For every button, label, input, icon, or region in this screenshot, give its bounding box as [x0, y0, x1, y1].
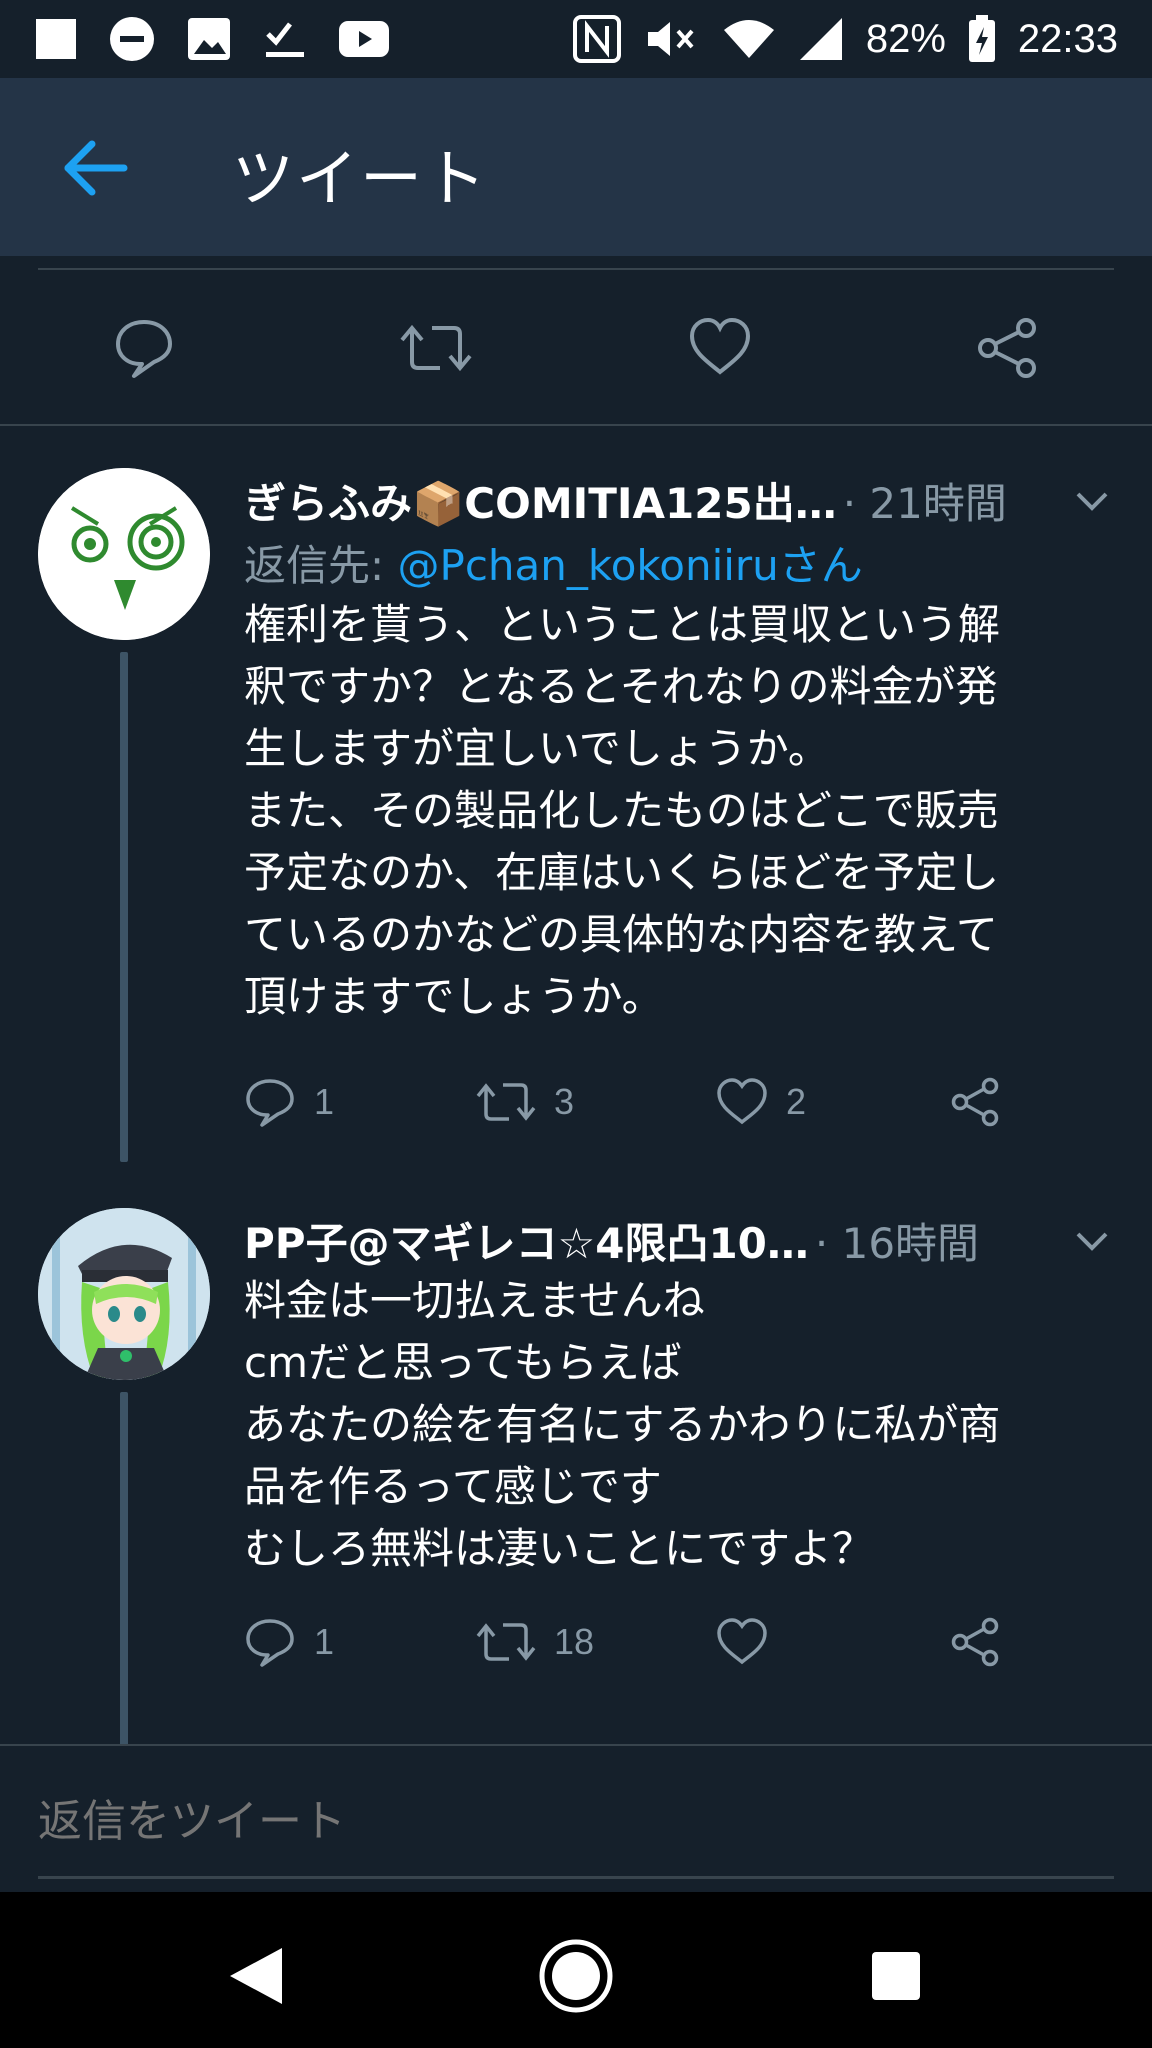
avatar[interactable]: [38, 468, 210, 640]
share-button[interactable]: [950, 1612, 1002, 1672]
nfc-icon: [572, 14, 622, 64]
reply-button[interactable]: 1: [244, 1072, 334, 1132]
tweet-header: PP子@マギレコ☆4限凸10… · 16時間: [244, 1208, 1112, 1272]
retweet-button[interactable]: [400, 316, 472, 380]
reply-icon: [246, 1079, 294, 1127]
reply-to-mention[interactable]: @Pchan_kokoniiruさん: [398, 541, 863, 590]
clock: 22:33: [1017, 16, 1118, 61]
author-name[interactable]: PP子@マギレコ☆4限凸10…: [244, 1210, 809, 1271]
wifi-icon: [722, 16, 776, 62]
avatar-image: [38, 1208, 210, 1380]
reply-icon: [246, 1619, 294, 1667]
tweet-text-line: 頂けますでしょうか。: [244, 972, 664, 1021]
chevron-down-icon: [1076, 1232, 1108, 1251]
tweet-text-line: 料金は一切払えませんね: [244, 1276, 705, 1325]
tweet-text: 権利を貰う、ということは買収という解 釈ですか？となるとそれなりの料金が発 生し…: [244, 594, 1124, 1028]
avatar-image: [38, 468, 210, 640]
nav-home-button[interactable]: [536, 1936, 616, 2016]
tweet-text-line: あなたの絵を有名にするかわりに私が商: [244, 1400, 1001, 1449]
author-name[interactable]: ぎらふみ📦COMITIA125出…: [244, 470, 837, 531]
chevron-down-icon: [1076, 492, 1108, 511]
retweet-count: 3: [554, 1081, 575, 1122]
main-tweet-actions: [0, 300, 1152, 396]
reply-icon: [116, 320, 172, 378]
heart-icon: [689, 317, 751, 375]
tweet-menu-button[interactable]: [1072, 480, 1112, 520]
image-icon: [186, 16, 232, 62]
share-button[interactable]: [950, 1072, 1002, 1132]
tweet-header: ぎらふみ📦COMITIA125出… · 21時間: [244, 468, 1112, 532]
tweet-text-line: 予定なのか、在庫はいくらほどを予定し: [244, 848, 1000, 897]
share-icon: [978, 318, 1036, 378]
do-not-disturb-icon: [108, 15, 156, 63]
retweet-button[interactable]: 18: [476, 1612, 594, 1672]
thread-line: [120, 652, 128, 1162]
signal-icon: [798, 16, 844, 62]
retweet-button[interactable]: 3: [476, 1072, 574, 1132]
reply-composer: [0, 1746, 1152, 1892]
tweet-text-line: cmだと思ってもらえば: [244, 1338, 682, 1387]
reply-tweet: ぎらふみ📦COMITIA125出… · 21時間 返信先: @Pchan_kok…: [0, 424, 1152, 1164]
square-recents-icon: [872, 1952, 920, 2000]
like-count: 2: [786, 1081, 807, 1122]
tweet-menu-button[interactable]: [1072, 1220, 1112, 1260]
circle-home-icon: [539, 1939, 613, 2013]
battery-percent: 82%: [865, 16, 946, 61]
retweet-icon: [400, 324, 472, 372]
retweet-count: 18: [554, 1621, 595, 1662]
divider: [38, 268, 1114, 270]
tweet-text: 料金は一切払えませんね cmだと思ってもらえば あなたの絵を有名にするかわりに私…: [244, 1270, 1124, 1580]
heart-icon: [717, 1078, 767, 1125]
page-title: ツイート: [232, 142, 489, 215]
reply-to-prefix: 返信先:: [244, 541, 398, 590]
battery-charging-icon: [968, 15, 996, 63]
youtube-icon: [338, 19, 390, 59]
reply-count: 1: [314, 1081, 335, 1122]
reply-input-underline: [38, 1876, 1114, 1879]
like-button[interactable]: [688, 316, 752, 380]
tweet-actions: 1 3 2: [244, 1072, 1064, 1132]
share-icon: [951, 1617, 999, 1667]
nav-back-button[interactable]: [216, 1936, 296, 2016]
nav-recents-button[interactable]: [856, 1936, 936, 2016]
system-nav-bar: [0, 1892, 1152, 2048]
reply-button[interactable]: 1: [244, 1612, 334, 1672]
tweet-text-line: ているのかなどの具体的な内容を教えて: [244, 910, 998, 959]
square-notification-icon: [34, 17, 78, 61]
status-bar-system: 82% 22:33: [572, 14, 1118, 64]
mute-icon: [644, 16, 700, 62]
tweet-time: · 16時間: [814, 1218, 980, 1268]
reply-to-line: 返信先: @Pchan_kokoniiruさん: [244, 532, 863, 593]
avatar[interactable]: [38, 1208, 210, 1380]
retweet-icon: [476, 1623, 536, 1661]
tweet-text-line: 釈ですか？となるとそれなりの料金が発: [244, 662, 998, 711]
reply-tweet: PP子@マギレコ☆4限凸10… · 16時間 料金は一切払えませんね cmだと思…: [0, 1164, 1152, 1762]
back-button[interactable]: [60, 138, 130, 198]
triangle-back-icon: [230, 1948, 282, 2004]
share-button[interactable]: [976, 316, 1040, 380]
tweet-actions: 1 18: [244, 1612, 1064, 1672]
thread-line: [120, 1392, 128, 1762]
tweet-text-line: また、その製品化したものはどこで販売: [244, 786, 999, 835]
tweet-text-line: むしろ無料は凄いことにですよ？: [244, 1524, 875, 1573]
tweet-text-line: 生しますが宜しいでしょうか。: [244, 724, 830, 773]
tweet-text-line: 権利を貰う、ということは買収という解: [244, 600, 1001, 649]
retweet-icon: [476, 1083, 536, 1121]
reply-button[interactable]: [112, 316, 176, 380]
heart-icon: [717, 1618, 767, 1665]
like-button[interactable]: [716, 1612, 786, 1672]
status-bar-notifications: [34, 15, 390, 63]
status-bar: 82% 22:33: [0, 0, 1152, 78]
reply-input[interactable]: [38, 1786, 1114, 1858]
reply-count: 1: [314, 1621, 335, 1662]
like-button[interactable]: 2: [716, 1072, 806, 1132]
arrow-left-icon: [64, 140, 128, 196]
checklist-icon: [262, 16, 308, 62]
tweet-time: · 21時間: [842, 478, 1007, 528]
share-icon: [951, 1077, 999, 1127]
app-bar: ツイート: [0, 78, 1152, 256]
tweet-text-line: 品を作るって感じです: [244, 1462, 662, 1511]
